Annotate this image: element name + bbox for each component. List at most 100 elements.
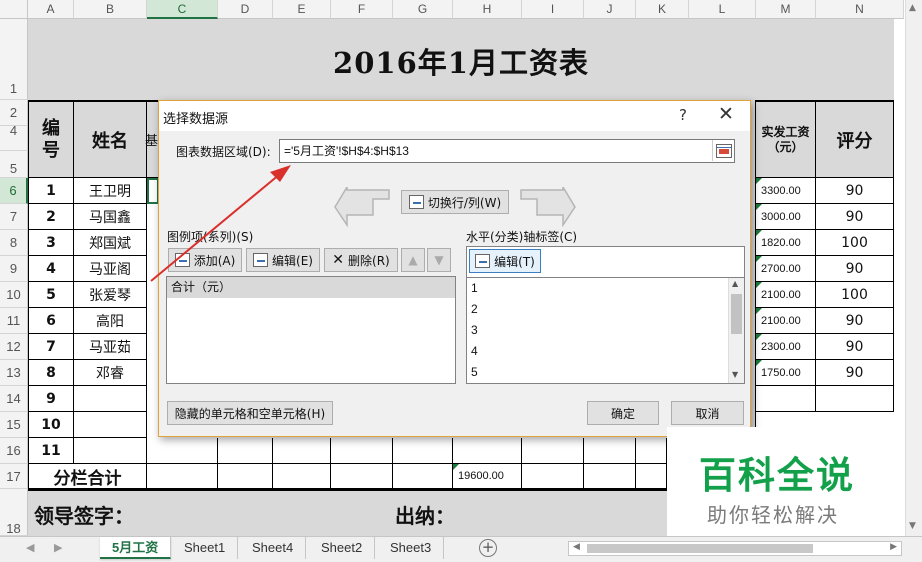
list-item[interactable]: 4 [467,341,744,362]
row-header-8[interactable]: 8 [0,230,28,256]
row-header-10[interactable]: 10 [0,282,28,308]
cell-pay[interactable]: 1750.00 [756,360,816,386]
cell-name[interactable] [74,438,147,464]
axis-list-scrollbar[interactable]: ▲ ▼ [728,278,744,383]
tab-may-salary[interactable]: 5月工资 [100,537,172,559]
cell-name[interactable]: 郑国斌 [74,230,147,256]
row-header-7[interactable]: 7 [0,204,28,230]
cell-blank[interactable] [331,464,393,489]
move-up-button[interactable]: ▲ [401,248,425,272]
subtotal-label[interactable]: 分栏合计 [28,464,147,489]
cell-name[interactable]: 马国鑫 [74,204,147,230]
row-header-13[interactable]: 13 [0,360,28,386]
tab-sheet1[interactable]: Sheet1 [172,537,239,559]
cell-no[interactable]: 7 [28,334,74,360]
cell-blank[interactable] [273,438,331,464]
list-item[interactable]: 2 [467,299,744,320]
help-icon[interactable]: ? [679,106,687,124]
cell-pay[interactable] [756,386,816,412]
edit-series-button[interactable]: 编辑(E) [246,248,320,272]
horizontal-scroll-thumb[interactable] [587,544,813,553]
cell-blank[interactable] [218,438,273,464]
cell-blank[interactable] [522,438,584,464]
column-header-h[interactable]: H [453,0,522,19]
ok-button[interactable]: 确定 [587,401,659,425]
cell-blank[interactable] [453,438,522,464]
column-header-l[interactable]: L [689,0,756,19]
close-icon[interactable]: ✕ [718,103,734,125]
cell-no[interactable]: 4 [28,256,74,282]
cell-blank[interactable] [636,464,667,489]
edit-axis-labels-button[interactable]: 编辑(T) [469,249,541,273]
row-header-15[interactable]: 15 [0,412,28,438]
cell-blank[interactable] [147,438,218,464]
row-header-11[interactable]: 11 [0,308,28,334]
cell-score[interactable]: 90 [816,178,894,204]
range-collapse-icon[interactable] [712,140,734,161]
horizontal-scrollbar[interactable]: ◀ ▶ [568,541,902,556]
cancel-button[interactable]: 取消 [671,401,744,425]
cell-no[interactable]: 8 [28,360,74,386]
row-header-6[interactable]: 6 [0,178,28,204]
cell-no[interactable]: 1 [28,178,74,204]
column-header-m[interactable]: M [756,0,816,19]
cell-score[interactable]: 90 [816,334,894,360]
list-item[interactable]: 1 [467,278,744,299]
row-header-14[interactable]: 14 [0,386,28,412]
move-down-button[interactable]: ▼ [427,248,451,272]
add-series-button[interactable]: 添加(A) [168,248,242,272]
cell-score[interactable]: 100 [816,230,894,256]
hidden-empty-cells-button[interactable]: 隐藏的单元格和空单元格(H) [167,401,333,425]
row-header-17[interactable]: 17 [0,464,28,489]
tab-sheet2[interactable]: Sheet2 [309,537,376,559]
cell-no[interactable]: 10 [28,412,74,438]
column-header-k[interactable]: K [636,0,689,19]
cell-name[interactable]: 高阳 [74,308,147,334]
cell-score[interactable]: 90 [816,204,894,230]
row-header-9[interactable]: 9 [0,256,28,282]
subtotal-value[interactable]: 19600.00 [453,464,522,489]
tab-prev-icon[interactable]: ◀ [26,541,34,554]
column-header-n[interactable]: N [816,0,904,19]
cell-no[interactable]: 11 [28,438,74,464]
cell-name[interactable]: 王卫明 [74,178,147,204]
add-sheet-icon[interactable]: + [479,539,497,557]
list-item[interactable]: 5 [467,362,744,383]
scroll-down-icon[interactable]: ▼ [909,521,916,531]
switch-row-column-button[interactable]: 切换行/列(W) [401,190,509,214]
cell-blank[interactable] [331,438,393,464]
dialog-titlebar[interactable]: 选择数据源 ? ✕ [159,101,750,131]
scroll-up-icon[interactable]: ▲ [909,3,916,13]
cell-blank[interactable] [393,438,453,464]
cell-name[interactable] [74,386,147,412]
row-header-18[interactable]: 18 [0,489,28,536]
tab-sheet3[interactable]: Sheet3 [378,537,445,559]
column-header-e[interactable]: E [273,0,331,19]
cell-pay[interactable]: 2300.00 [756,334,816,360]
cell-name[interactable]: 马亚阁 [74,256,147,282]
scroll-down-icon[interactable]: ▼ [732,370,738,379]
cell-name[interactable]: 张爱琴 [74,282,147,308]
select-all-corner[interactable] [0,0,28,19]
cell-blank[interactable] [522,464,584,489]
column-header-j[interactable]: J [584,0,636,19]
axis-list-scroll-thumb[interactable] [731,294,742,334]
cell-blank[interactable] [636,438,667,464]
column-header-d[interactable]: D [218,0,273,19]
cell-blank[interactable] [584,464,636,489]
cell-blank[interactable] [273,464,331,489]
cell-score[interactable]: 90 [816,256,894,282]
column-header-c[interactable]: C [147,0,218,19]
cell-name[interactable]: 邓睿 [74,360,147,386]
list-item[interactable]: 合计（元） [167,277,455,298]
cell-pay[interactable]: 2100.00 [756,282,816,308]
cell-score[interactable] [816,386,894,412]
axis-labels-list[interactable]: 1 2 3 4 5 ▲ ▼ [467,277,744,383]
row-header-12[interactable]: 12 [0,334,28,360]
cell-no[interactable]: 9 [28,386,74,412]
cell-blank[interactable] [218,464,273,489]
row-header-16[interactable]: 16 [0,438,28,464]
row-header-5[interactable]: 5 [0,151,28,178]
cell-pay[interactable]: 3000.00 [756,204,816,230]
cell-no[interactable]: 2 [28,204,74,230]
